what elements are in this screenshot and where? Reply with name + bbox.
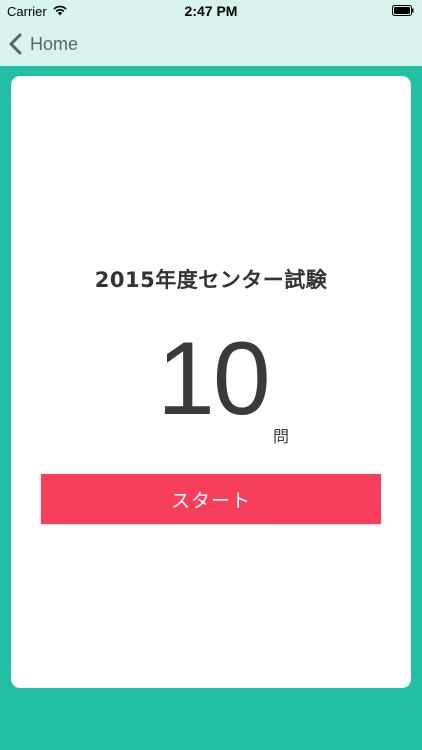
back-button-label: Home <box>30 33 79 54</box>
chevron-left-icon <box>9 33 22 55</box>
navigation-bar: Home <box>0 22 422 66</box>
battery-icon <box>392 5 414 16</box>
exam-card: 2015年度センター試験 10 問 スタート <box>11 76 411 688</box>
start-button[interactable]: スタート <box>41 474 381 524</box>
status-bar: Carrier 2:47 PM <box>0 0 422 22</box>
exam-title: 2015年度センター試験 <box>94 268 328 292</box>
question-unit-label: 問 <box>273 427 290 446</box>
question-count: 10 <box>157 321 271 437</box>
screen: Carrier 2:47 PM Home 2015年度センター試験 10 問 ス… <box>0 0 422 750</box>
back-button[interactable]: Home <box>6 22 78 66</box>
status-time: 2:47 PM <box>184 3 238 19</box>
